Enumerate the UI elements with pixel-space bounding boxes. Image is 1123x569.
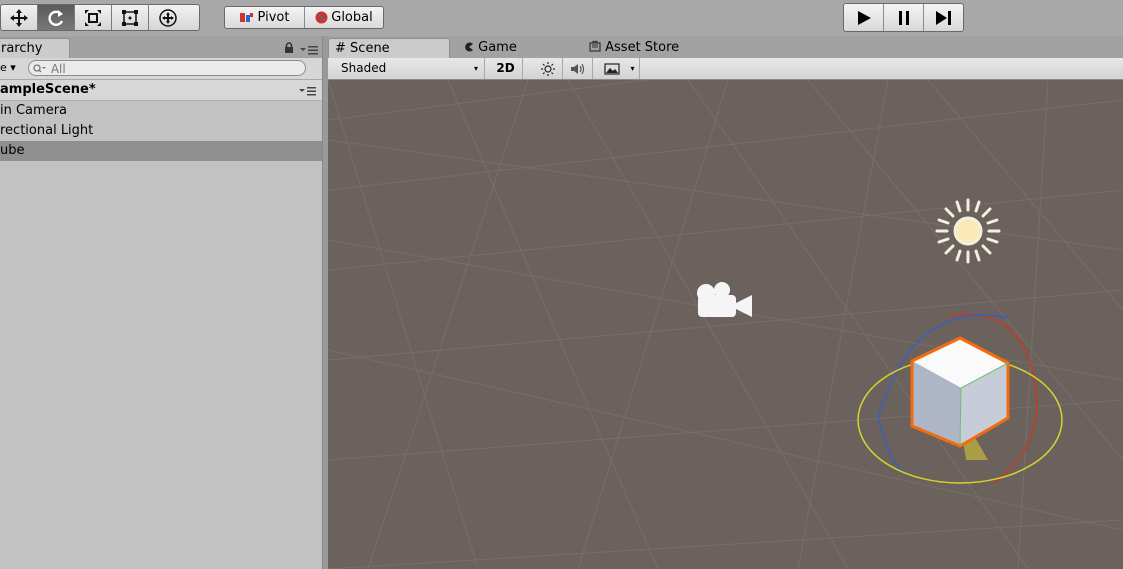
tab-label: Asset Store xyxy=(605,40,680,55)
pivot-global-toggles: Pivot Global xyxy=(224,6,384,29)
shading-mode-dropdown[interactable]: Shaded ▾ xyxy=(333,58,485,79)
grid-icon: # xyxy=(335,41,346,56)
rect-transform-icon xyxy=(122,9,138,26)
panel-menu-icon[interactable] xyxy=(299,44,319,59)
shading-mode-label: Shaded xyxy=(341,61,387,75)
chevron-down-icon: ▾ xyxy=(630,64,635,73)
lighting-toggle[interactable] xyxy=(533,58,563,79)
scale-icon xyxy=(85,9,101,26)
rotate-icon xyxy=(48,9,64,26)
scale-tool-button[interactable] xyxy=(75,5,112,30)
combined-transform-icon xyxy=(158,8,177,27)
lock-icon[interactable] xyxy=(283,42,295,58)
bag-icon xyxy=(589,40,601,52)
pause-button[interactable] xyxy=(884,4,924,31)
tab-scene[interactable]: # Scene xyxy=(328,38,450,58)
search-icon xyxy=(33,64,46,73)
list-item-label: in Camera xyxy=(0,103,67,118)
global-label: Global xyxy=(331,10,373,25)
rotate-tool-button[interactable] xyxy=(38,5,75,30)
speaker-icon xyxy=(570,63,584,74)
effects-dropdown[interactable]: ▾ xyxy=(626,58,640,79)
scene-viewport[interactable] xyxy=(328,80,1123,569)
camera-gizmo-icon[interactable] xyxy=(692,281,756,325)
hierarchy-item-cube[interactable]: ube xyxy=(0,141,322,161)
pause-icon xyxy=(898,10,909,25)
rect-tool-button[interactable] xyxy=(112,5,149,30)
pivot-button[interactable]: Pivot xyxy=(225,7,305,28)
chevron-down-icon: ▾ xyxy=(473,64,478,73)
step-icon xyxy=(935,10,951,25)
pivot-label: Pivot xyxy=(257,10,290,25)
step-button[interactable] xyxy=(924,4,963,31)
tab-label: Scene xyxy=(350,41,390,56)
list-item-label: ube xyxy=(0,143,25,158)
scene-menu-icon[interactable] xyxy=(299,85,317,100)
audio-toggle[interactable] xyxy=(563,58,593,79)
selected-cube[interactable] xyxy=(853,308,1068,498)
play-button[interactable] xyxy=(844,4,884,31)
hierarchy-item-directional-light[interactable]: rectional Light xyxy=(0,121,322,141)
pacman-icon xyxy=(465,42,473,52)
hierarchy-search-input[interactable]: All xyxy=(28,60,306,76)
transform-tool-button[interactable] xyxy=(149,5,186,30)
tab-hierarchy[interactable]: rarchy xyxy=(0,38,70,58)
play-icon xyxy=(857,10,871,25)
transform-tools xyxy=(0,4,200,31)
scene-name: ampleScene* xyxy=(0,82,96,97)
global-button[interactable]: Global xyxy=(305,7,383,28)
2d-label: 2D xyxy=(496,61,515,75)
search-placeholder: All xyxy=(50,62,66,76)
playback-controls xyxy=(843,3,964,32)
move-tool-button[interactable] xyxy=(1,5,38,30)
scene-header[interactable]: ampleScene* xyxy=(0,80,322,101)
image-icon xyxy=(604,62,620,75)
list-item-label: rectional Light xyxy=(0,123,94,138)
pivot-icon xyxy=(239,12,253,22)
effects-toggle[interactable] xyxy=(598,58,626,79)
toggle-2d-button[interactable]: 2D xyxy=(489,58,523,79)
globe-icon xyxy=(315,11,328,24)
tab-game[interactable]: Game xyxy=(458,38,548,58)
directional-light-gizmo-icon[interactable] xyxy=(933,196,1003,266)
create-dropdown[interactable]: e ▾ xyxy=(0,60,16,76)
move-icon xyxy=(10,8,28,27)
hierarchy-item-main-camera[interactable]: in Camera xyxy=(0,101,322,121)
tab-asset-store[interactable]: Asset Store xyxy=(583,38,703,58)
sun-icon xyxy=(540,61,555,76)
hierarchy-tab-label: rarchy xyxy=(1,41,43,56)
tab-label: Game xyxy=(478,40,517,55)
